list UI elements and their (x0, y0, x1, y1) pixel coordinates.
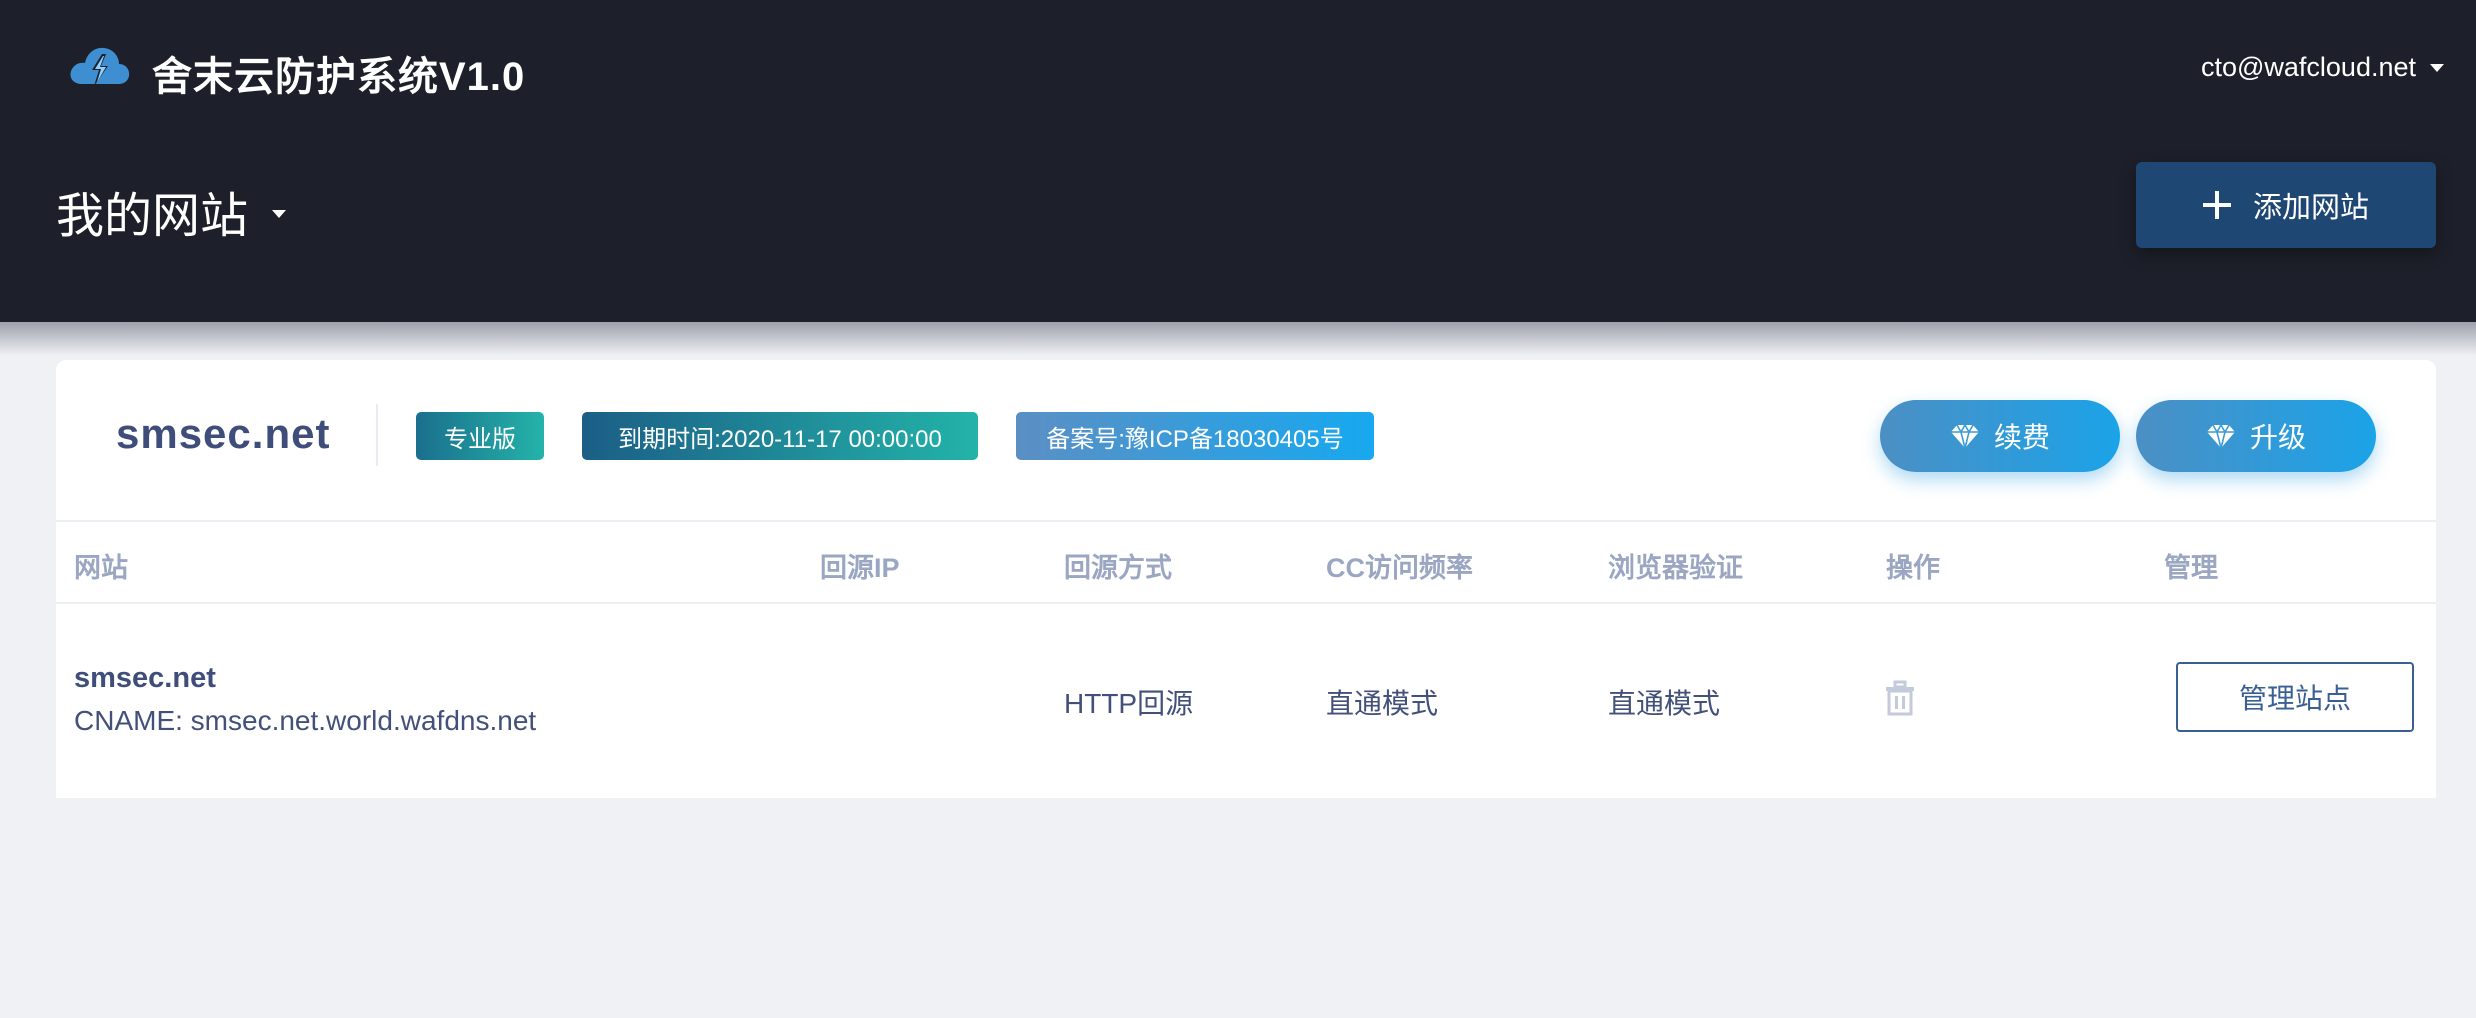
column-header-origin-mode: 回源方式 (1064, 553, 1172, 583)
column-header-site: 网站 (74, 553, 128, 583)
row-origin-mode: HTTP回源 (1064, 688, 1194, 719)
column-header-actions: 操作 (1886, 553, 1940, 583)
user-menu[interactable]: cto@wafcloud.net (2201, 52, 2444, 83)
chevron-down-icon (272, 210, 287, 218)
site-cell: smsec.net CNAME: smsec.net.world.wafdns.… (74, 662, 536, 737)
plan-badge: 专业版 (416, 412, 544, 460)
upgrade-button[interactable]: 升级 (2136, 400, 2376, 472)
column-header-cc-rate: CC访问频率 (1326, 553, 1473, 583)
table-row: smsec.net CNAME: smsec.net.world.wafdns.… (56, 600, 2436, 798)
app-title: 舍末云防护系统V1.0 (152, 55, 526, 99)
site-card: smsec.net 专业版 到期时间:2020-11-17 00:00:00 备… (56, 360, 2436, 798)
column-header-origin-ip: 回源IP (820, 553, 900, 583)
upgrade-label: 升级 (2249, 422, 2306, 453)
row-site-name: smsec.net (74, 662, 216, 694)
chevron-down-icon (2430, 63, 2444, 72)
trash-icon[interactable] (1884, 680, 1916, 716)
site-switch-dropdown[interactable]: 我的网站 (56, 176, 287, 246)
diamond-icon (2206, 423, 2235, 449)
icp-badge: 备案号:豫ICP备18030405号 (1016, 412, 1374, 460)
table-header: 网站 回源IP 回源方式 CC访问频率 浏览器验证 操作 管理 (56, 520, 2436, 604)
divider (376, 404, 378, 466)
column-header-manage: 管理 (2164, 553, 2218, 583)
row-browser-check: 直通模式 (1608, 688, 1721, 719)
user-email: cto@wafcloud.net (2200, 52, 2416, 82)
site-switch-label: 我的网站 (56, 190, 249, 243)
site-name: smsec.net (116, 410, 331, 457)
manage-site-button[interactable]: 管理站点 (2176, 662, 2414, 732)
plus-icon (2202, 191, 2231, 219)
add-site-label: 添加网站 (2252, 192, 2369, 224)
renew-label: 续费 (1993, 422, 2050, 453)
top-header: 舍末云防护系统V1.0 cto@wafcloud.net 我的网站 添加网站 (0, 0, 2476, 322)
diamond-icon (1950, 423, 1979, 449)
renew-button[interactable]: 续费 (1880, 400, 2120, 472)
row-cname: CNAME: smsec.net.world.wafdns.net (74, 705, 537, 736)
cloud-lightning-icon (70, 47, 130, 86)
row-cc-rate: 直通模式 (1326, 688, 1439, 719)
expire-badge: 到期时间:2020-11-17 00:00:00 (582, 412, 978, 460)
header-shadow (0, 322, 2476, 356)
column-header-browser-check: 浏览器验证 (1608, 553, 1743, 583)
add-site-button[interactable]: 添加网站 (2136, 162, 2436, 248)
